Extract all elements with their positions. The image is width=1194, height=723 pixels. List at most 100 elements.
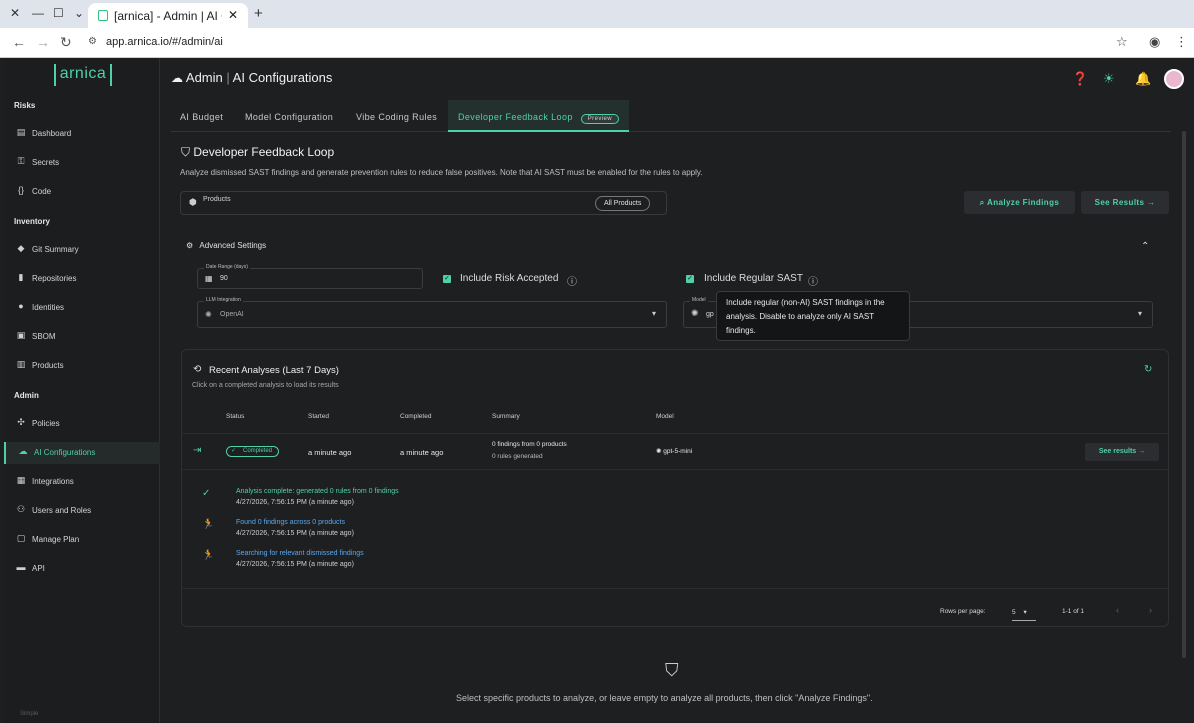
dropdown-arrow-icon: ▾ bbox=[1023, 609, 1027, 616]
settings-tabs: AI Budget Model Configuration Vibe Codin… bbox=[171, 100, 1171, 132]
refresh-icon[interactable]: ↻ bbox=[1144, 364, 1152, 375]
advanced-settings-toggle[interactable]: ⚙ Advanced Settings bbox=[186, 241, 266, 250]
products-selector[interactable]: ⬢ Products All Products bbox=[180, 191, 667, 215]
recent-analyses-subtitle: Click on a completed analysis to load it… bbox=[192, 382, 339, 389]
back-icon[interactable]: ← bbox=[12, 34, 26, 50]
maximize-icon[interactable]: ☐ bbox=[53, 6, 64, 20]
sidebar-item-api[interactable]: ▬ API bbox=[4, 558, 160, 580]
sidebar-item-manage-plan[interactable]: ▢ Manage Plan bbox=[4, 529, 160, 551]
sidebar-item-code[interactable]: {} Code bbox=[4, 181, 160, 203]
integrations-icon: ▦ bbox=[16, 475, 26, 485]
gear-icon: ⚙ bbox=[186, 241, 194, 250]
llm-integration-select[interactable]: LLM Integration ✺ OpenAI ▾ bbox=[197, 297, 667, 328]
forward-icon[interactable]: → bbox=[36, 34, 50, 50]
include-risk-accepted-checkbox[interactable]: ✓ bbox=[443, 275, 451, 283]
sidebar-item-products[interactable]: ▥ Products bbox=[4, 355, 160, 377]
rows-per-page-select[interactable]: 5 ▾ bbox=[1012, 608, 1036, 621]
tab-model-configuration[interactable]: Model Configuration bbox=[245, 100, 333, 132]
secrets-icon: ⚿ bbox=[17, 156, 25, 166]
sidebar-section-admin: Admin bbox=[14, 391, 39, 400]
shield-icon: ⛉ bbox=[181, 145, 191, 159]
bookmark-icon[interactable]: ☆ bbox=[1116, 34, 1128, 50]
sidebar-item-git-summary[interactable]: ◆ Git Summary bbox=[4, 239, 160, 261]
recent-analyses-title: Recent Analyses (Last 7 Days) bbox=[209, 365, 339, 376]
new-tab-icon[interactable]: + bbox=[254, 5, 263, 22]
status-badge: ✓ Completed bbox=[226, 446, 280, 457]
all-products-chip[interactable]: All Products bbox=[595, 196, 651, 211]
sidebar-item-sbom[interactable]: ▣ SBOM bbox=[4, 326, 160, 348]
api-icon: ▬ bbox=[16, 562, 26, 572]
ai-icon: ☁ bbox=[18, 446, 28, 456]
recent-analyses-panel: ⟲ Recent Analyses (Last 7 Days) Click on… bbox=[181, 349, 1169, 627]
sidebar-item-users-and-roles[interactable]: ⚇ Users and Roles bbox=[4, 500, 160, 522]
close-tab-icon[interactable]: ✕ bbox=[228, 8, 238, 22]
header-section[interactable]: Admin bbox=[186, 70, 223, 85]
prev-page-icon[interactable]: ‹ bbox=[1116, 605, 1119, 615]
help-icon[interactable]: ❓ bbox=[1072, 71, 1088, 87]
table-row[interactable]: ⇥ ✓ Completed a minute ago a minute ago 0… bbox=[182, 433, 1168, 470]
url-field[interactable]: app.arnica.io/#/admin/ai bbox=[106, 36, 223, 48]
page-header: ☁ Admin | AI Configurations bbox=[171, 70, 333, 85]
summary-rules: 0 rules generated bbox=[492, 453, 543, 460]
dashboard-icon: ▤ bbox=[16, 127, 26, 137]
sidebar-footer[interactable]: Simple bbox=[20, 711, 38, 717]
plan-icon: ▢ bbox=[16, 533, 26, 543]
arrow-right-icon: → bbox=[1146, 198, 1156, 207]
next-page-icon[interactable]: › bbox=[1149, 605, 1152, 615]
include-regular-sast-checkbox[interactable]: ✓ bbox=[686, 275, 694, 283]
sidebar-item-identities[interactable]: ● Identities bbox=[4, 297, 160, 319]
divider bbox=[182, 588, 1168, 589]
page-title: ⛉ Developer Feedback Loop bbox=[181, 145, 335, 159]
check-circle-icon: ✓ bbox=[231, 448, 237, 454]
started-cell: a minute ago bbox=[308, 448, 352, 457]
see-results-row-button[interactable]: See results → bbox=[1085, 443, 1159, 461]
shield-search-icon: ⛉ bbox=[665, 660, 679, 680]
theme-toggle-icon[interactable]: ☀ bbox=[1103, 71, 1115, 87]
expand-history-icon[interactable]: ⇥ bbox=[193, 445, 201, 456]
browser-menu-icon[interactable]: ⋮ bbox=[1175, 34, 1188, 50]
chevron-up-icon[interactable]: ⌃ bbox=[1141, 241, 1149, 252]
sidebar-item-policies[interactable]: ✣ Policies bbox=[4, 413, 160, 435]
dropdown-arrow-icon: ▾ bbox=[651, 309, 656, 318]
minimize-icon[interactable]: — bbox=[32, 6, 44, 20]
info-icon[interactable]: ⓘ bbox=[567, 273, 577, 288]
close-window-icon[interactable]: ✕ bbox=[10, 6, 20, 20]
avatar[interactable] bbox=[1164, 69, 1184, 89]
tab-vibe-coding-rules[interactable]: Vibe Coding Rules bbox=[356, 100, 437, 132]
column-model: Model bbox=[656, 413, 674, 420]
include-regular-sast-label: Include Regular SAST bbox=[704, 273, 803, 284]
empty-state-hint: Select specific products to analyze, or … bbox=[456, 693, 873, 703]
header-title: AI Configurations bbox=[232, 70, 333, 85]
sbom-icon: ▣ bbox=[16, 330, 26, 340]
cloud-icon: ☁ bbox=[171, 71, 183, 85]
sidebar-item-repositories[interactable]: ▮ Repositories bbox=[4, 268, 160, 290]
column-status: Status bbox=[226, 413, 245, 420]
git-icon: ◆ bbox=[17, 243, 25, 253]
scrollbar[interactable] bbox=[1182, 131, 1186, 658]
sidebar-item-integrations[interactable]: ▦ Integrations bbox=[4, 471, 160, 493]
search-icon: ⌕ bbox=[979, 198, 985, 207]
arnica-logo[interactable]: arnica bbox=[54, 64, 112, 86]
sidebar-item-ai-configurations[interactable]: ☁ AI Configurations bbox=[4, 442, 160, 464]
sidebar-item-secrets[interactable]: ⚿ Secrets bbox=[4, 152, 160, 174]
notifications-icon[interactable]: 🔔 bbox=[1135, 71, 1151, 87]
profile-icon[interactable]: ◉ bbox=[1149, 34, 1160, 50]
site-info-icon[interactable]: ⚙ bbox=[88, 36, 97, 47]
code-icon: {} bbox=[17, 185, 24, 195]
reload-icon[interactable]: ↻ bbox=[60, 34, 72, 51]
see-results-button[interactable]: See Results → bbox=[1081, 191, 1169, 214]
favicon-icon bbox=[98, 10, 108, 21]
tab-ai-budget[interactable]: AI Budget bbox=[180, 100, 223, 132]
openai-icon: ✺ bbox=[205, 310, 212, 319]
products-icon: ⬢ bbox=[189, 197, 197, 207]
sidebar-item-dashboard[interactable]: ▤ Dashboard bbox=[4, 123, 160, 145]
sidebar-section-inventory: Inventory bbox=[14, 217, 51, 226]
date-range-field[interactable]: Date Range (days) ▦ 90 bbox=[197, 264, 423, 289]
browser-tab[interactable]: [arnica] - Admin | AI C ✕ bbox=[88, 3, 248, 28]
analyze-findings-button[interactable]: ⌕ Analyze Findings bbox=[964, 191, 1075, 214]
products-label: Products bbox=[203, 196, 231, 203]
tab-developer-feedback-loop[interactable]: Developer Feedback Loop Preview bbox=[448, 100, 629, 132]
tab-list-icon[interactable]: ⌄ bbox=[74, 6, 84, 20]
info-icon[interactable]: ⓘ bbox=[808, 273, 818, 288]
browser-tab-title: [arnica] - Admin | AI C bbox=[114, 9, 222, 23]
